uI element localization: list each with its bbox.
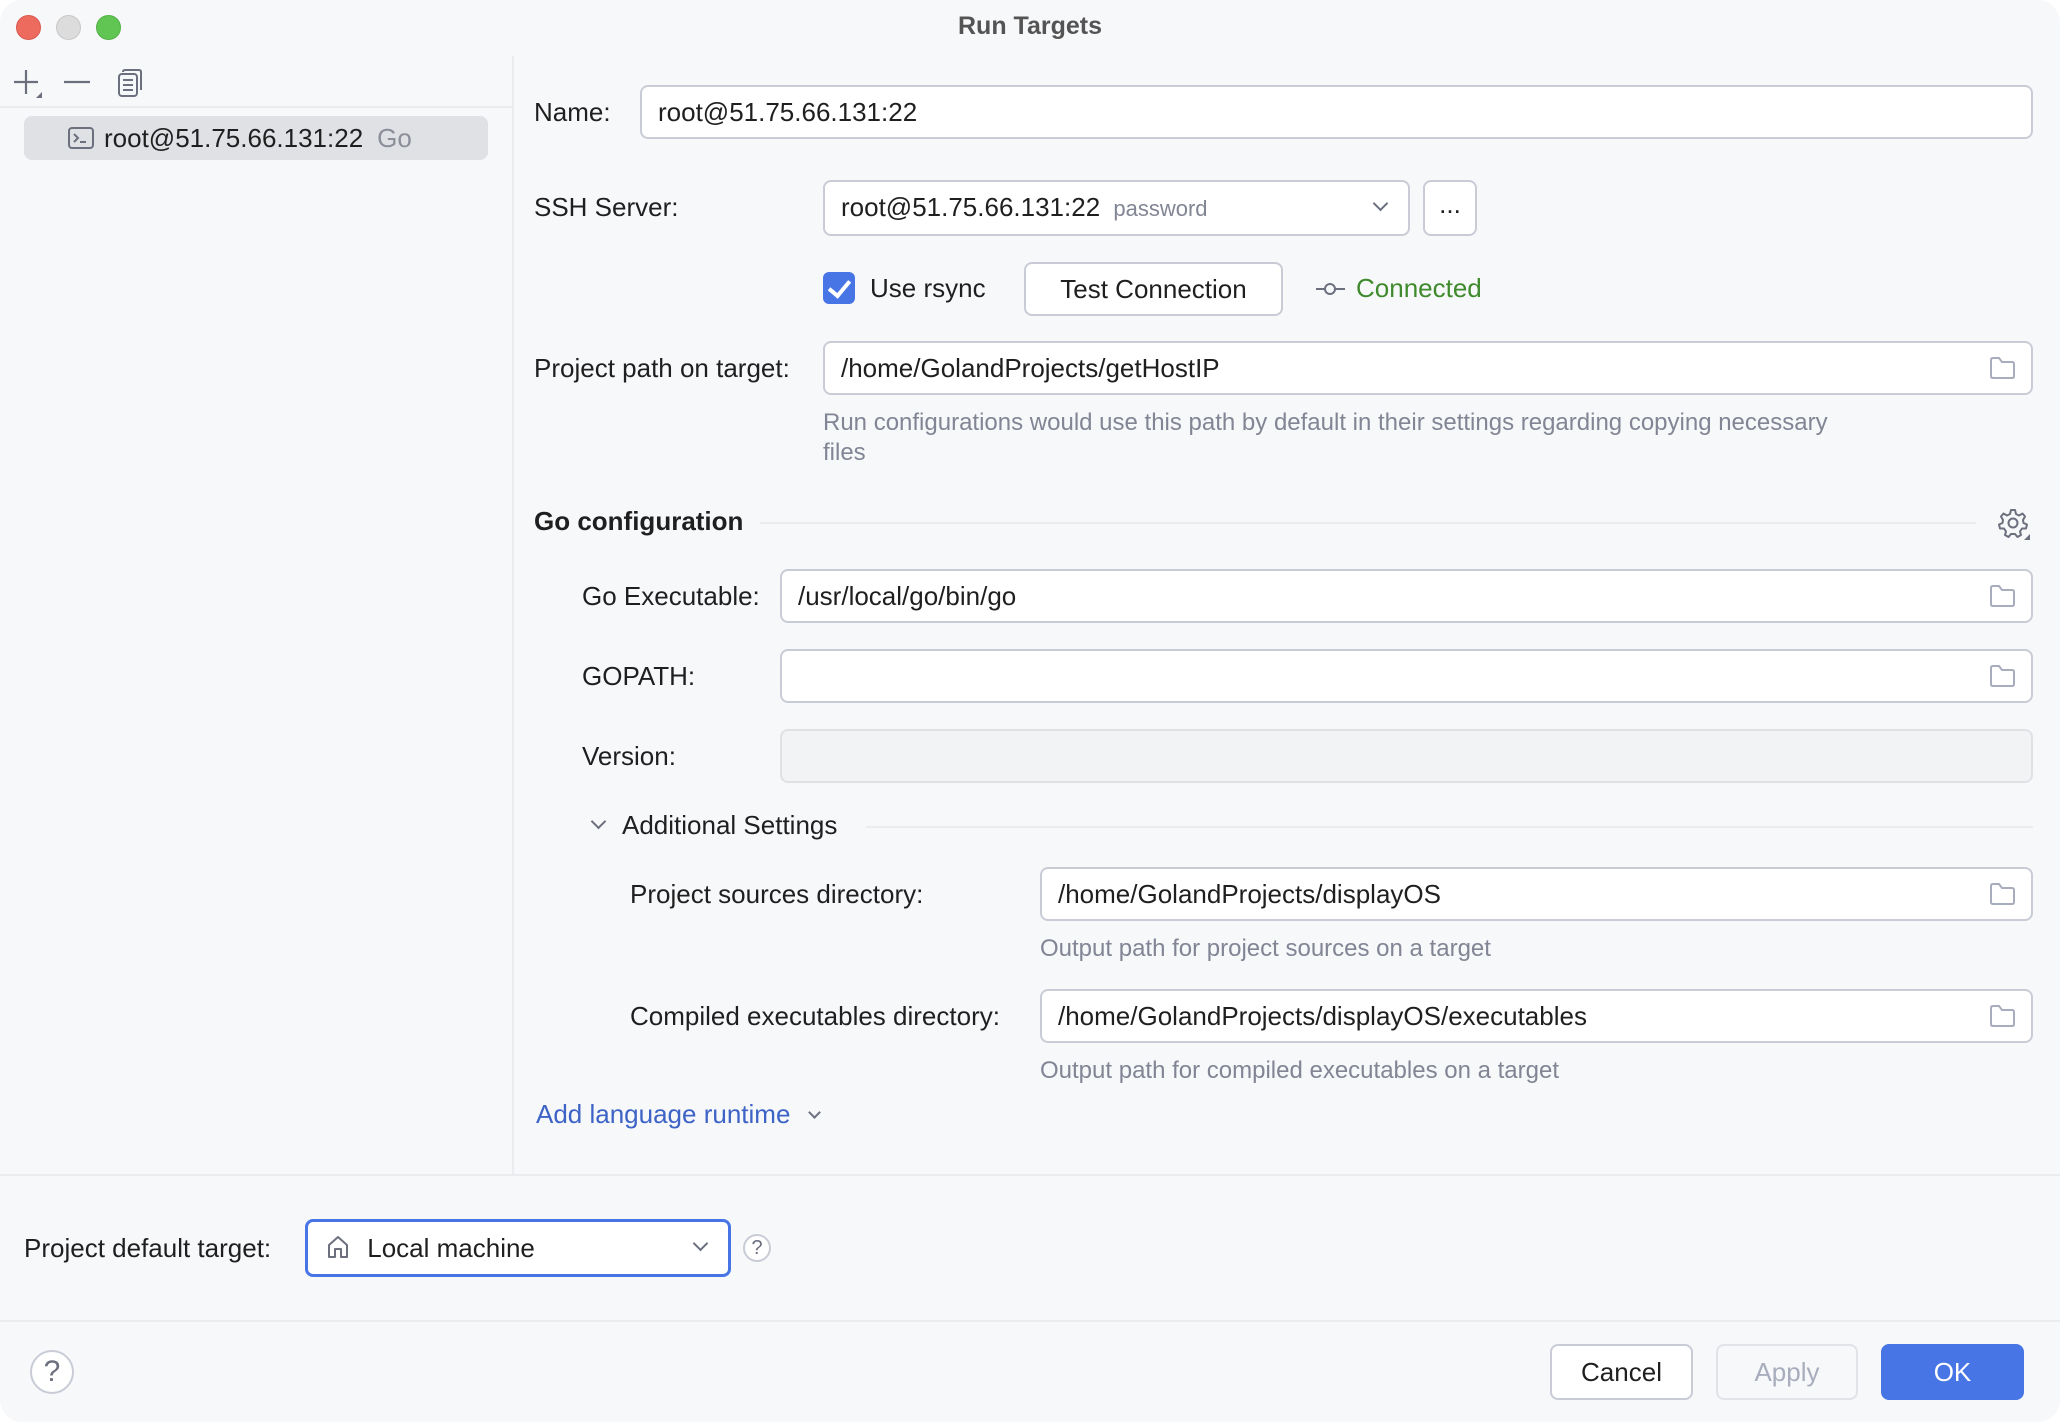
plus-icon [14,70,42,98]
ssh-server-dropdown[interactable]: root@51.75.66.131:22 password [823,180,1410,236]
remove-target-button[interactable] [60,66,94,100]
project-path-hint-line1: Run configurations would use this path b… [823,409,1828,436]
use-rsync-label: Use rsync [870,273,986,303]
add-target-button[interactable] [10,66,44,100]
version-field [780,729,2033,783]
project-path-input[interactable]: /home/GolandProjects/getHostIP [823,341,2033,395]
ok-button[interactable]: OK [1881,1344,2024,1400]
connection-status-icon [1315,275,1347,303]
gopath-label: GOPATH: [582,661,696,691]
cancel-label: Cancel [1581,1356,1662,1387]
project-path-value: /home/GolandProjects/getHostIP [841,353,1220,383]
connection-status: Connected [1356,273,1482,303]
folder-icon[interactable] [1989,1005,2015,1027]
chevron-down-icon [590,813,607,830]
default-target-dropdown[interactable]: Local machine [305,1219,731,1277]
gear-icon[interactable] [1996,506,2030,540]
copy-target-button[interactable] [112,66,146,100]
name-label: Name: [534,97,611,127]
project-sources-value: /home/GolandProjects/displayOS [1058,879,1441,909]
gopath-input[interactable] [780,649,2033,703]
home-icon [328,1236,348,1259]
sidebar-item-target[interactable]: root@51.75.66.131:22 Go [24,116,488,160]
name-input-value: root@51.75.66.131:22 [658,97,918,127]
go-executable-label: Go Executable: [582,581,760,611]
name-input[interactable]: root@51.75.66.131:22 [640,85,2033,139]
project-path-label: Project path on target: [534,353,790,383]
additional-settings-toggle[interactable] [590,813,608,834]
cancel-button[interactable]: Cancel [1550,1344,1693,1400]
apply-label: Apply [1754,1356,1820,1387]
test-connection-label: Test Connection [1060,273,1247,304]
chevron-down-icon [1372,195,1389,212]
default-target-value: Local machine [367,1233,535,1263]
apply-button[interactable]: Apply [1716,1344,1858,1400]
go-executable-value: /usr/local/go/bin/go [798,581,1017,611]
help-button[interactable]: ? [30,1350,74,1394]
window-title: Run Targets [958,12,1102,40]
sidebar-item-type: Go [377,122,412,153]
project-path-hint-line2: files [823,439,866,466]
compiled-executables-value: /home/GolandProjects/displayOS/executabl… [1058,1001,1587,1031]
ssh-server-value: root@51.75.66.131:22 [841,192,1101,222]
sidebar-item-label: root@51.75.66.131:22 [104,122,364,153]
use-rsync-checkbox[interactable] [823,272,855,304]
ssh-browse-label: ... [1439,188,1461,219]
folder-icon[interactable] [1989,357,2015,379]
additional-settings-title[interactable]: Additional Settings [622,798,837,852]
content-divider [0,1174,2060,1176]
compiled-executables-label: Compiled executables directory: [630,1001,1000,1031]
compiled-executables-input[interactable]: /home/GolandProjects/displayOS/executabl… [1040,989,2033,1043]
test-connection-button[interactable]: Test Connection [1024,262,1283,316]
help-icon: ? [43,1355,61,1388]
ssh-browse-button[interactable]: ... [1423,180,1477,236]
default-target-label: Project default target: [24,1233,272,1263]
folder-icon[interactable] [1989,585,2015,607]
project-sources-label: Project sources directory: [630,879,924,909]
ssh-auth-type: password [1113,196,1208,221]
chevron-down-icon [807,1106,821,1119]
chevron-down-icon [692,1235,709,1252]
go-executable-input[interactable]: /usr/local/go/bin/go [780,569,2033,623]
add-language-runtime-link[interactable]: Add language runtime [536,1097,821,1131]
ok-label: OK [1933,1356,1972,1387]
default-target-help-icon[interactable]: ? [743,1234,771,1262]
sidebar-divider [512,56,514,1174]
terminal-icon [68,127,94,149]
additional-settings-divider [866,826,2033,828]
version-label: Version: [582,741,676,771]
footer-divider [0,1320,2060,1322]
go-config-title: Go configuration [534,506,744,536]
folder-icon[interactable] [1989,665,2015,687]
toolbar-divider [0,106,512,108]
ssh-server-label: SSH Server: [534,192,679,222]
compiled-executables-hint: Output path for compiled executables on … [1040,1057,1559,1084]
project-sources-input[interactable]: /home/GolandProjects/displayOS [1040,867,2033,921]
project-sources-hint: Output path for project sources on a tar… [1040,935,1491,962]
run-targets-dialog: Run Targets root@51.75.66.131:22 Go Name… [0,0,2060,1422]
add-language-runtime-label: Add language runtime [536,1099,791,1129]
copy-icon [118,69,142,97]
folder-icon[interactable] [1989,883,2015,905]
minus-icon [64,80,90,84]
go-config-divider [760,522,1976,524]
